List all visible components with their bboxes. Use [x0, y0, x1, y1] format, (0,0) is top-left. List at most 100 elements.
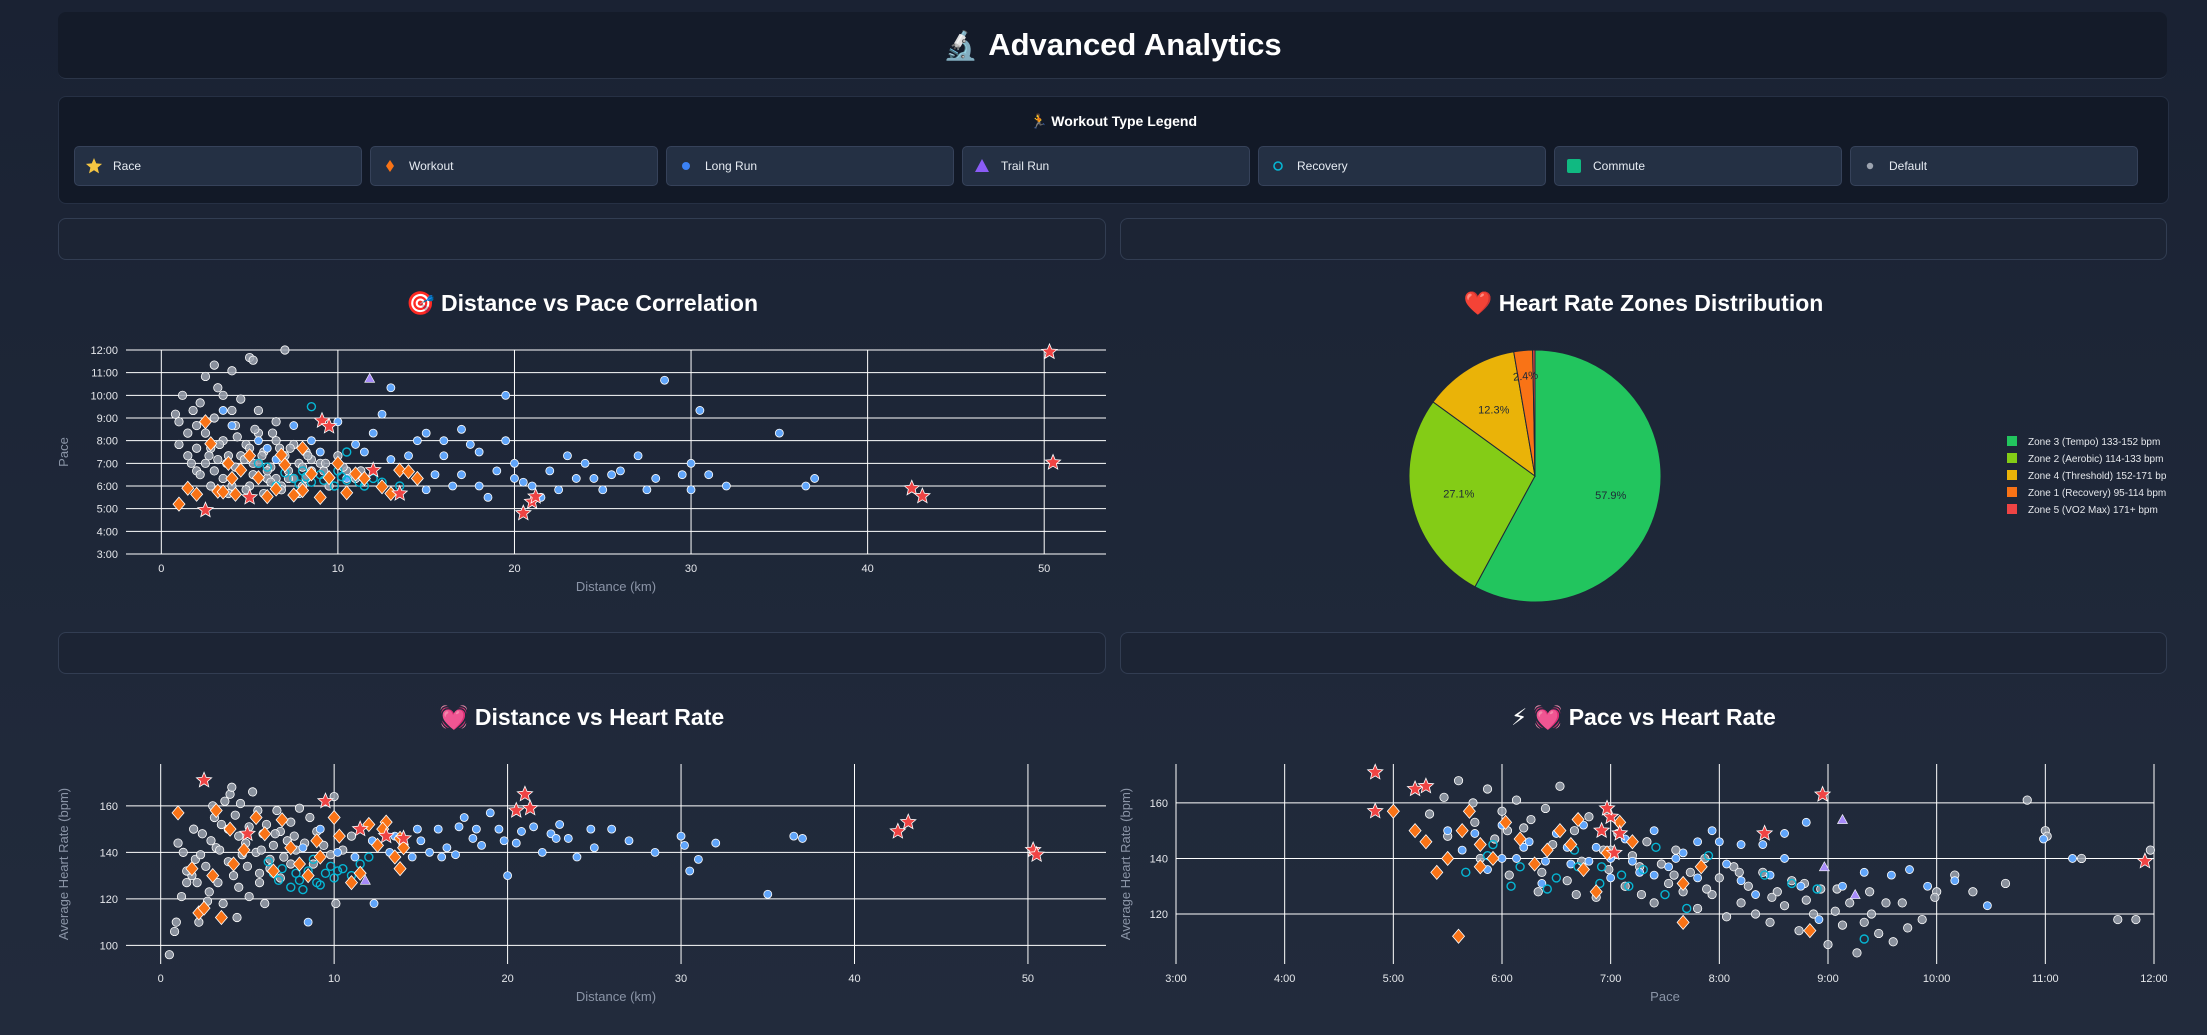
- point-default[interactable]: [1584, 812, 1594, 822]
- point-default[interactable]: [230, 810, 240, 820]
- point-long-run[interactable]: [1664, 862, 1674, 872]
- point-long-run[interactable]: [529, 822, 539, 832]
- point-default[interactable]: [192, 878, 202, 888]
- point-default[interactable]: [2000, 878, 2011, 889]
- point-default[interactable]: [271, 436, 281, 446]
- point-default[interactable]: [1917, 914, 1927, 925]
- point-default[interactable]: [201, 861, 211, 871]
- point-long-run[interactable]: [1736, 840, 1746, 849]
- point-long-run[interactable]: [1693, 837, 1702, 847]
- chart-control-strip-pace-hr[interactable]: [1120, 632, 2167, 674]
- point-long-run[interactable]: [1758, 840, 1768, 849]
- point-long-run[interactable]: [468, 834, 478, 843]
- point-default[interactable]: [1470, 817, 1480, 827]
- point-long-run[interactable]: [1950, 876, 1960, 886]
- point-workout[interactable]: [1419, 834, 1433, 850]
- point-long-run[interactable]: [571, 474, 581, 483]
- point-workout[interactable]: [1803, 923, 1817, 939]
- point-default[interactable]: [1439, 792, 1449, 802]
- point-long-run[interactable]: [527, 481, 537, 491]
- point-long-run[interactable]: [704, 470, 714, 480]
- point-default[interactable]: [248, 355, 258, 365]
- point-long-run[interactable]: [1923, 881, 1933, 891]
- point-long-run[interactable]: [457, 424, 466, 434]
- point-long-run[interactable]: [1584, 856, 1594, 866]
- point-long-run[interactable]: [563, 451, 572, 461]
- point-long-run[interactable]: [1780, 854, 1789, 863]
- point-default[interactable]: [320, 458, 331, 468]
- point-long-run[interactable]: [1470, 829, 1480, 838]
- point-default[interactable]: [227, 405, 237, 416]
- point-long-run[interactable]: [660, 375, 669, 385]
- point-default[interactable]: [254, 868, 265, 878]
- point-long-run[interactable]: [298, 843, 308, 853]
- point-long-run[interactable]: [580, 458, 590, 468]
- point-default[interactable]: [260, 898, 270, 909]
- point-default[interactable]: [1743, 881, 1753, 891]
- legend-item-trail-run[interactable]: Trail Run: [962, 146, 1250, 186]
- point-long-run[interactable]: [607, 824, 617, 834]
- point-default[interactable]: [1794, 926, 1804, 936]
- point-default[interactable]: [1930, 892, 1940, 902]
- point-long-run[interactable]: [262, 443, 272, 453]
- point-long-run[interactable]: [254, 436, 263, 446]
- point-default[interactable]: [1823, 939, 1833, 950]
- point-long-run[interactable]: [1649, 826, 1659, 836]
- point-long-run[interactable]: [810, 474, 820, 483]
- point-long-run[interactable]: [1859, 867, 1869, 877]
- point-race[interactable]: [1406, 779, 1424, 797]
- point-long-run[interactable]: [459, 813, 469, 822]
- point-long-run[interactable]: [1512, 854, 1521, 863]
- point-workout[interactable]: [1386, 803, 1400, 819]
- point-default[interactable]: [232, 912, 242, 923]
- point-long-run[interactable]: [377, 409, 387, 419]
- point-long-run[interactable]: [510, 458, 519, 468]
- point-default[interactable]: [1837, 920, 1848, 930]
- point-default[interactable]: [173, 838, 183, 848]
- point-long-run[interactable]: [616, 466, 625, 476]
- point-workout[interactable]: [1441, 850, 1455, 867]
- point-long-run[interactable]: [763, 889, 773, 899]
- point-default[interactable]: [279, 852, 289, 862]
- point-long-run[interactable]: [439, 436, 449, 446]
- point-default[interactable]: [209, 360, 219, 370]
- point-default[interactable]: [1714, 873, 1724, 883]
- point-long-run[interactable]: [442, 843, 452, 853]
- point-default[interactable]: [1540, 803, 1551, 814]
- point-default[interactable]: [1865, 887, 1875, 897]
- pie-legend-label[interactable]: Zone 5 (VO2 Max) 171+ bpm: [2028, 505, 2158, 516]
- point-long-run[interactable]: [1982, 901, 1992, 911]
- point-race[interactable]: [196, 501, 215, 518]
- point-default[interactable]: [1881, 898, 1891, 908]
- point-long-run[interactable]: [425, 847, 434, 857]
- point-default[interactable]: [189, 824, 199, 834]
- point-long-run[interactable]: [676, 831, 686, 841]
- point-recovery[interactable]: [325, 861, 336, 872]
- point-long-run[interactable]: [416, 836, 426, 846]
- point-default[interactable]: [2022, 795, 2032, 805]
- point-default[interactable]: [1801, 895, 1811, 905]
- point-long-run[interactable]: [477, 840, 486, 850]
- point-default[interactable]: [289, 831, 299, 841]
- legend-item-commute[interactable]: Commute: [1554, 146, 1842, 186]
- point-workout[interactable]: [198, 414, 212, 430]
- point-default[interactable]: [177, 390, 188, 400]
- point-default[interactable]: [227, 366, 237, 376]
- point-default[interactable]: [228, 871, 239, 881]
- point-default[interactable]: [1636, 889, 1647, 900]
- point-long-run[interactable]: [386, 383, 396, 393]
- point-long-run[interactable]: [1886, 870, 1896, 880]
- point-default[interactable]: [1504, 870, 1514, 880]
- point-long-run[interactable]: [589, 843, 599, 853]
- point-long-run[interactable]: [589, 474, 599, 483]
- point-long-run[interactable]: [474, 481, 484, 491]
- point-default[interactable]: [1664, 878, 1674, 889]
- point-long-run[interactable]: [1801, 817, 1811, 827]
- point-default[interactable]: [176, 891, 187, 902]
- point-workout[interactable]: [393, 861, 407, 877]
- point-default[interactable]: [1702, 884, 1712, 894]
- point-long-run[interactable]: [412, 436, 422, 446]
- point-default[interactable]: [174, 417, 184, 427]
- point-default[interactable]: [186, 458, 196, 468]
- point-workout[interactable]: [327, 809, 341, 826]
